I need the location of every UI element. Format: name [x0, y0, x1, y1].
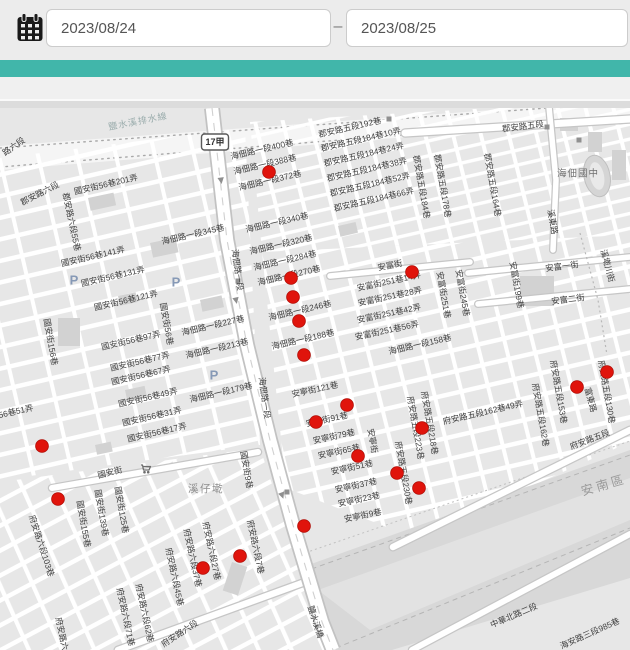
route-shield-label: 17甲: [205, 137, 224, 147]
map-container[interactable]: 17甲 PPP 鹽水溪排水線路六段郡安路六段國安街56巷201弄郡安路六段55巷…: [0, 108, 630, 650]
date-toolbar: –: [0, 0, 630, 60]
street-map[interactable]: 17甲 PPP 鹽水溪排水線路六段郡安路六段國安街56巷201弄郡安路六段55巷…: [0, 108, 630, 650]
parking-icon: P: [172, 274, 181, 289]
date-from-input[interactable]: [46, 9, 331, 47]
incident-marker[interactable]: [234, 550, 247, 563]
incident-marker[interactable]: [310, 416, 323, 429]
calendar-icon[interactable]: [16, 13, 44, 43]
toolbar-strip: [0, 77, 630, 101]
incident-marker[interactable]: [352, 450, 365, 463]
incident-marker[interactable]: [298, 349, 311, 362]
accent-bar: [0, 60, 630, 77]
incident-marker[interactable]: [601, 366, 614, 379]
parking-icon: P: [210, 367, 219, 382]
incident-marker[interactable]: [287, 291, 300, 304]
incident-marker[interactable]: [416, 422, 429, 435]
incident-marker[interactable]: [197, 562, 210, 575]
date-to-input[interactable]: [346, 9, 628, 47]
parking-icon: P: [70, 272, 79, 287]
app-window: –: [0, 0, 630, 650]
incident-marker[interactable]: [285, 272, 298, 285]
date-range-separator: –: [331, 18, 345, 36]
place-label: 溪仔墘: [188, 482, 224, 495]
incident-marker[interactable]: [36, 440, 49, 453]
route-shield: 17甲: [202, 134, 229, 150]
incident-marker[interactable]: [571, 381, 584, 394]
incident-marker[interactable]: [263, 166, 276, 179]
incident-marker[interactable]: [391, 467, 404, 480]
incident-marker[interactable]: [341, 399, 354, 412]
incident-marker[interactable]: [413, 482, 426, 495]
incident-marker[interactable]: [52, 493, 65, 506]
incident-marker[interactable]: [293, 315, 306, 328]
incident-marker[interactable]: [298, 520, 311, 533]
incident-marker[interactable]: [406, 266, 419, 279]
school-label: 海佃國中: [557, 168, 599, 180]
